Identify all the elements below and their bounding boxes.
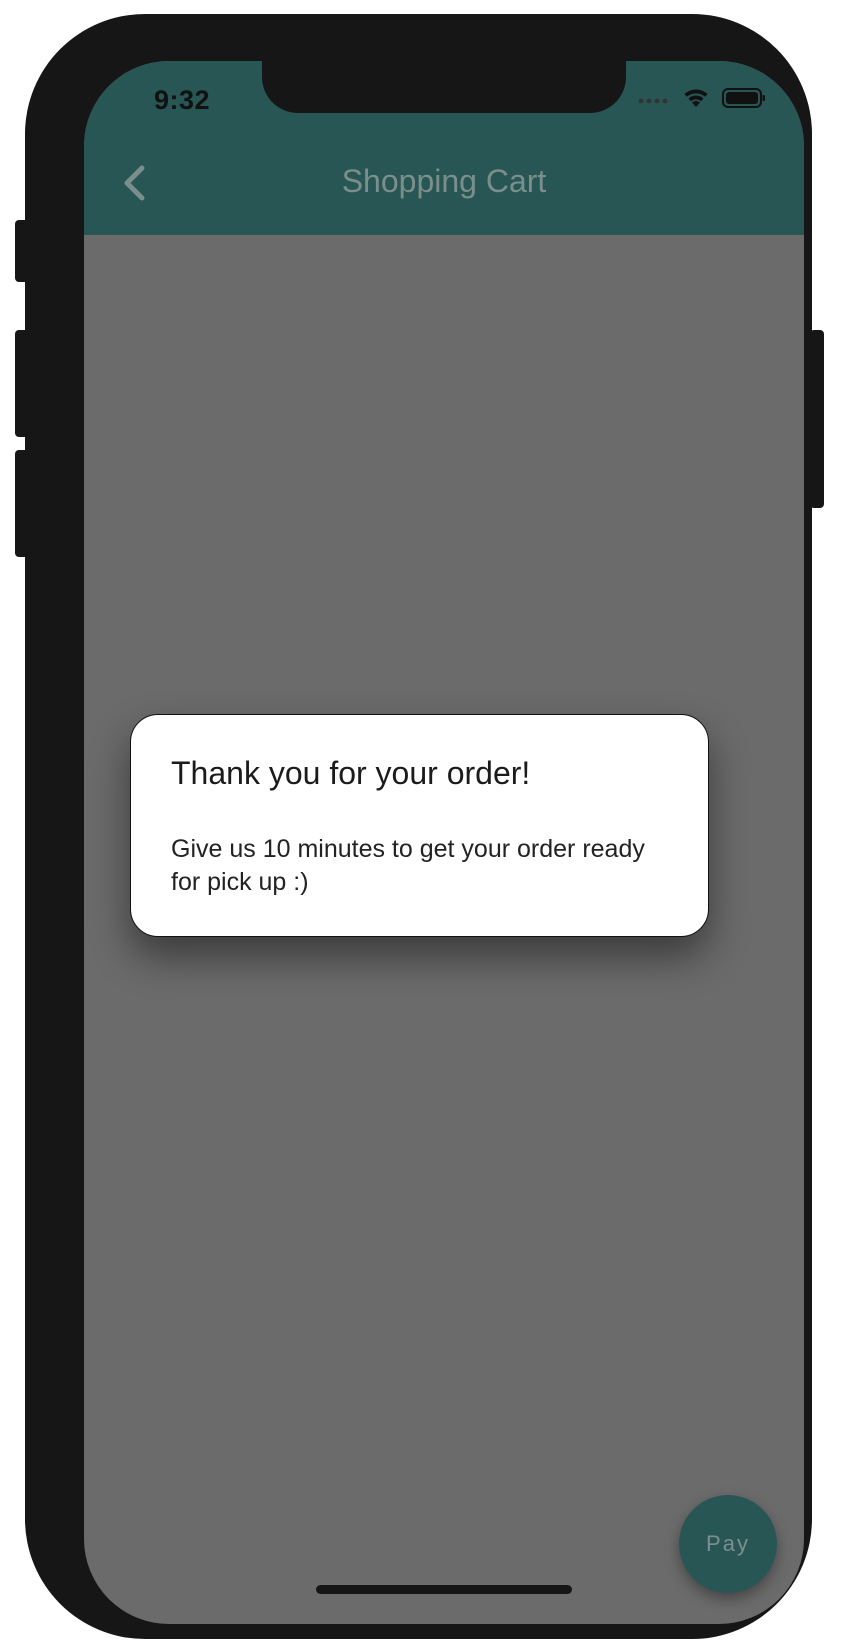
notch — [262, 61, 626, 113]
battery-icon — [722, 87, 766, 114]
order-confirmation-dialog: Thank you for your order! Give us 10 min… — [130, 714, 709, 937]
power-button — [810, 330, 824, 508]
pay-button[interactable]: Pay — [679, 1495, 777, 1593]
home-indicator — [316, 1585, 572, 1594]
dialog-title: Thank you for your order! — [171, 755, 531, 791]
page-title: Shopping Cart — [341, 163, 547, 199]
status-icons — [638, 87, 766, 114]
device-mockup: 9:32 Shopping Cart Pay Thank you for you… — [0, 0, 842, 1650]
dialog-message: Give us 10 minutes to get your order rea… — [171, 835, 645, 896]
app-bar: 9:32 Shopping Cart — [84, 61, 804, 235]
cellular-dots-icon — [638, 92, 670, 110]
status-time: 9:32 — [154, 85, 211, 115]
wifi-icon — [682, 87, 710, 114]
